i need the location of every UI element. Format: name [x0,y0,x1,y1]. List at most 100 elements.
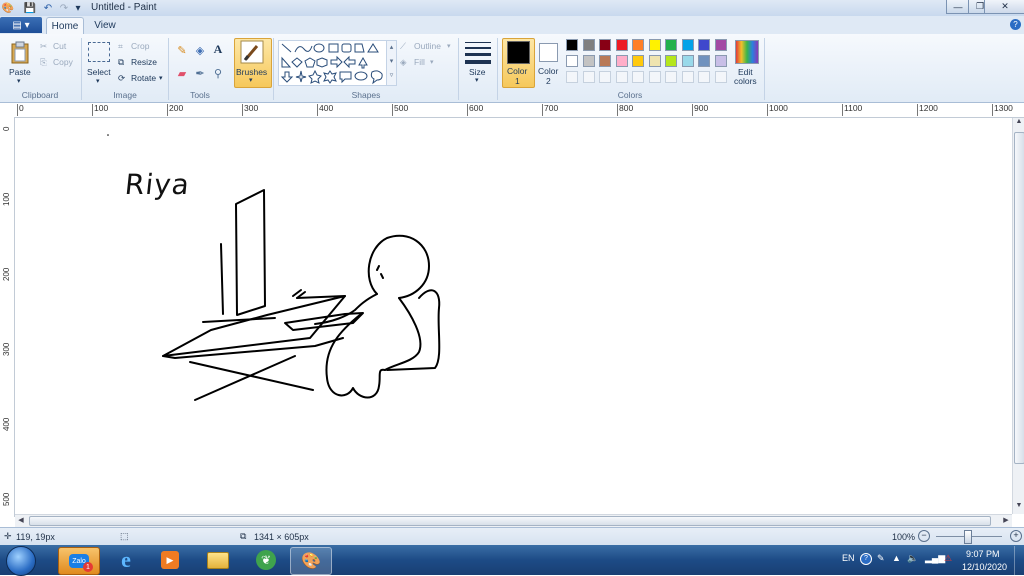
zoom-slider-thumb[interactable] [964,530,972,544]
help-icon[interactable]: ? [1010,19,1021,30]
select-button[interactable]: Select [87,67,111,77]
palette-swatch[interactable] [566,55,578,67]
volume-icon[interactable]: 🔈 [907,553,918,564]
minimize-button[interactable]: — [946,0,970,14]
palette-swatch[interactable] [566,39,578,51]
status-bar: ✛ 119, 19px ⬚ ⧉ 1341 × 605px 100% − + [0,527,1024,546]
size-icon[interactable] [465,40,491,66]
palette-swatch[interactable] [615,39,628,51]
palette-swatch[interactable] [632,71,644,83]
palette-swatch[interactable] [681,71,694,83]
zoom-out-button[interactable]: − [918,530,930,542]
pen-tray-icon[interactable]: ✎ [877,553,885,564]
save-icon[interactable]: 💾 [24,2,36,14]
palette-swatch[interactable] [599,55,611,67]
help-tray-icon[interactable]: ? [860,553,872,565]
ruler-tick-label: 400 [319,103,334,113]
edit-colors-icon[interactable] [735,40,759,64]
fill-button[interactable]: Fill [414,57,425,67]
palette-swatch[interactable] [681,55,694,67]
tab-home[interactable]: Home [46,17,84,35]
pencil-icon[interactable]: ✎ [175,43,189,57]
fill-bucket-icon[interactable]: ◈ [193,43,207,57]
customize-toolbar-icon[interactable]: ▾ [72,2,84,14]
app-taskbar-button[interactable]: ❦ [246,547,286,573]
eraser-icon[interactable]: ▰ [175,66,189,80]
alert-tray-icon[interactable]: ⚠ [944,553,952,564]
palette-swatch[interactable] [714,39,727,51]
palette-swatch[interactable] [698,55,710,67]
horizontal-scroll-thumb[interactable] [29,516,991,526]
palette-swatch[interactable] [599,39,611,51]
drawing-canvas[interactable]: Riya [15,118,1012,514]
paint-taskbar-button[interactable]: 🎨 [290,547,332,575]
resize-button[interactable]: Resize [131,57,157,67]
zoom-in-button[interactable]: + [1010,530,1022,542]
color-palette [566,39,730,87]
internet-explorer-taskbar-button[interactable]: e [106,547,146,573]
horizontal-scrollbar[interactable]: ◀ ▶ [15,514,1012,527]
vertical-scrollbar[interactable]: ▲ ▼ [1012,118,1024,514]
clock-date[interactable]: 12/10/2020 [962,562,1007,572]
palette-swatch[interactable] [665,71,677,83]
palette-swatch[interactable] [632,39,644,51]
scroll-right-arrow[interactable]: ▶ [1000,515,1012,527]
paint-app-icon[interactable]: 🎨 [2,2,14,14]
clock-time[interactable]: 9:07 PM [966,549,1000,559]
text-tool-icon[interactable]: A [211,42,225,56]
zalo-taskbar-button[interactable]: Zalo 1 [58,547,100,575]
palette-swatch[interactable] [582,71,595,83]
paste-icon[interactable] [8,40,32,66]
palette-swatch[interactable] [714,71,727,83]
palette-swatch[interactable] [632,55,644,67]
rotate-button[interactable]: Rotate [131,73,156,83]
scroll-left-arrow[interactable]: ◀ [15,515,27,527]
palette-swatch[interactable] [615,71,628,83]
shapes-scroll[interactable]: ▴ ▾ ▿ [386,40,397,86]
palette-swatch[interactable] [681,39,694,51]
close-button[interactable]: ✕ [984,0,1024,14]
file-explorer-taskbar-button[interactable] [198,547,238,573]
scroll-down-arrow[interactable]: ▼ [1013,502,1024,514]
edit-colors-label-2[interactable]: colors [734,76,757,86]
palette-swatch[interactable] [698,71,710,83]
palette-swatch[interactable] [566,71,578,83]
undo-icon[interactable]: ↶ [42,2,54,14]
palette-swatch[interactable] [582,39,595,51]
palette-swatch[interactable] [648,55,661,67]
paint-menu-button[interactable]: ▤ ▾ [0,17,42,33]
crop-button[interactable]: Crop [131,41,149,51]
start-button[interactable] [6,546,36,576]
vertical-scroll-thumb[interactable] [1014,132,1024,464]
scroll-up-arrow[interactable]: ▲ [1013,118,1024,130]
language-indicator[interactable]: EN [842,553,855,563]
outline-button[interactable]: Outline [414,41,441,51]
cut-button[interactable]: Cut [53,41,66,51]
color2-swatch[interactable] [539,43,558,62]
palette-swatch[interactable] [582,55,595,67]
palette-swatch[interactable] [648,71,661,83]
show-hidden-icons[interactable]: ▲ [892,553,901,563]
shapes-gallery[interactable] [278,40,388,86]
select-icon[interactable] [88,42,110,62]
palette-swatch[interactable] [698,39,710,51]
paste-button[interactable]: Paste [9,67,31,77]
palette-swatch[interactable] [599,71,611,83]
show-desktop-button[interactable] [1014,546,1024,575]
tab-view[interactable]: View [88,17,122,34]
palette-swatch[interactable] [615,55,628,67]
magnifier-icon[interactable]: ⚲ [211,66,225,80]
palette-swatch[interactable] [665,39,677,51]
ruler-tick-label: 300 [2,342,11,356]
palette-swatch[interactable] [714,55,727,67]
media-player-taskbar-button[interactable]: ▶ [150,547,190,573]
color-picker-icon[interactable]: ✒ [193,66,207,80]
cursor-position-icon: ✛ [4,531,12,541]
palette-swatch[interactable] [648,39,661,51]
redo-icon[interactable]: ↷ [58,2,70,14]
palette-swatch[interactable] [665,55,677,67]
copy-button[interactable]: Copy [53,57,73,67]
network-icon[interactable]: ▂▄▆ [925,553,945,564]
ruler-tick-mark [242,104,243,116]
ruler-tick-label: 1300 [994,103,1013,113]
